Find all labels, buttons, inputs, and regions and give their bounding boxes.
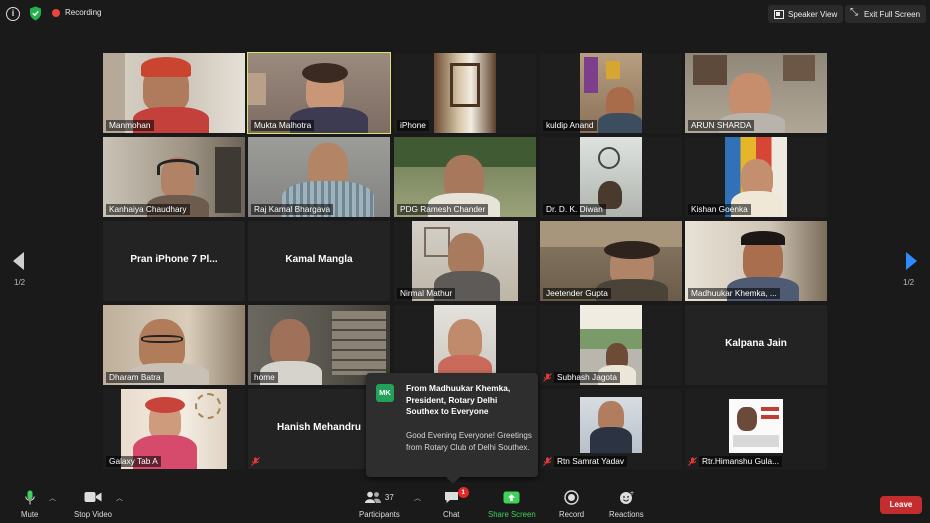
participant-tile[interactable]: Raj Kamal Bhargava — [248, 137, 390, 217]
participant-name: Kishan Goenka — [688, 204, 751, 215]
participant-tile[interactable]: ARUN SHARDA — [685, 53, 827, 133]
participant-tile[interactable]: PDG Ramesh Chander — [394, 137, 536, 217]
participant-tile[interactable]: iPhone — [394, 53, 536, 133]
participant-name: Kalpana Jain — [725, 338, 787, 349]
chat-button[interactable]: 1 Chat — [443, 487, 469, 519]
svg-text:+: + — [629, 490, 634, 497]
microphone-icon — [24, 490, 35, 504]
exit-full-screen-icon — [850, 7, 860, 19]
participant-name: ARUN SHARDA — [688, 120, 755, 131]
participant-name: iPhone — [397, 120, 429, 131]
participant-name: Kanhaiya Chaudhary — [106, 204, 190, 215]
participant-name: Raj Kamal Bhargava — [251, 204, 334, 215]
speaker-view-icon — [774, 9, 784, 19]
recording-indicator[interactable]: Recording — [52, 8, 101, 17]
participant-name: Jeetender Gupta — [543, 288, 611, 299]
participant-name: PDG Ramesh Chander — [397, 204, 489, 215]
top-bar: i Recording Speaker View Exit Full Scree… — [0, 0, 930, 28]
share-screen-icon — [503, 491, 520, 503]
participants-label: Participants — [359, 510, 400, 519]
participant-tile[interactable]: Kamal Mangla — [248, 221, 390, 301]
record-icon — [564, 489, 579, 505]
reactions-label: Reactions — [609, 510, 644, 519]
participant-tile[interactable]: Dr. D. K. Diwan — [540, 137, 682, 217]
participants-button[interactable]: 37 Participants — [359, 489, 400, 519]
participant-name: Rtn Samrat Yadav — [554, 456, 628, 467]
speaker-view-label: Speaker View — [788, 9, 838, 19]
reactions-button[interactable]: + Reactions — [609, 489, 644, 520]
participant-name: Mukta Malhotra — [251, 120, 315, 131]
exit-full-screen-label: Exit Full Screen — [864, 9, 921, 19]
record-label: Record — [559, 510, 585, 519]
chat-notification-popup[interactable]: MK From Madhuukar Khemka, President, Rot… — [366, 373, 538, 484]
speaker-view-button[interactable]: Speaker View — [768, 5, 844, 23]
share-screen-label: Share Screen — [488, 510, 536, 519]
participant-tile[interactable]: Rtr.Himanshu Gula... — [685, 389, 827, 469]
participant-tile[interactable]: Kishan Goenka — [685, 137, 827, 217]
mute-label: Mute — [21, 510, 39, 519]
participant-name: Galaxy Tab A — [106, 456, 161, 467]
info-icon[interactable]: i — [6, 7, 20, 21]
participant-name: Subhash Jagota — [554, 372, 620, 383]
participant-tile[interactable]: kuldip Anand — [540, 53, 682, 133]
recording-dot-icon — [52, 8, 60, 17]
muted-mic-icon — [543, 457, 552, 466]
sender-avatar: MK — [376, 384, 394, 402]
participant-name: home — [251, 372, 278, 383]
muted-mic-icon — [543, 373, 552, 382]
recording-label: Recording — [65, 8, 102, 17]
page-indicator-left: 1/2 — [14, 278, 26, 287]
meeting-toolbar: Mute ︿ Stop Video ︿ 37 Participants ︿ 1 … — [0, 483, 930, 523]
zoom-meeting-window: i Recording Speaker View Exit Full Scree… — [0, 0, 930, 523]
participant-tile[interactable]: Pran iPhone 7 Pl... — [103, 221, 245, 301]
stop-video-button[interactable]: Stop Video — [74, 489, 112, 519]
participant-tile[interactable]: Manmohan — [103, 53, 245, 133]
audio-options-chevron-icon[interactable]: ︿ — [49, 493, 56, 503]
muted-mic-icon — [688, 457, 697, 466]
leave-button[interactable]: Leave — [880, 496, 922, 514]
participant-name: Nirmal Mathur — [397, 288, 456, 299]
participant-tile[interactable]: Rtn Samrat Yadav — [540, 389, 682, 469]
chat-label: Chat — [443, 510, 460, 519]
chat-sender: From Madhuukar Khemka, President, Rotary… — [406, 383, 511, 416]
participant-name: Dr. D. K. Diwan — [543, 204, 606, 215]
participant-tile[interactable]: Kanhaiya Chaudhary — [103, 137, 245, 217]
exit-full-screen-button[interactable]: Exit Full Screen — [845, 5, 927, 23]
muted-mic-icon — [251, 457, 260, 466]
page-indicator-right: 1/2 — [903, 278, 915, 287]
participant-tile[interactable]: Jeetender Gupta — [540, 221, 682, 301]
record-button[interactable]: Record — [559, 489, 584, 519]
participant-tile-active-speaker[interactable]: Mukta Malhotra — [247, 52, 391, 134]
chat-message: Good Evening Everyone! Greetings from Ro… — [406, 431, 532, 452]
participant-name: Madhuukar Khemka, ... — [688, 288, 780, 299]
participant-name: Pran iPhone 7 Pl... — [130, 254, 218, 265]
participants-icon — [364, 491, 381, 503]
participant-name: Rtr.Himanshu Gula... — [699, 456, 783, 467]
participant-name: Dharam Batra — [106, 372, 164, 383]
participant-name: Kamal Mangla — [285, 254, 353, 265]
stop-video-label: Stop Video — [74, 510, 113, 519]
share-screen-button[interactable]: Share Screen — [488, 489, 536, 519]
participants-count: 37 — [384, 492, 394, 502]
participant-tile[interactable]: Subhash Jagota — [540, 305, 682, 385]
participant-tile[interactable]: Madhuukar Khemka, ... — [685, 221, 827, 301]
participant-name: Manmohan — [106, 120, 154, 131]
participant-tile[interactable]: Galaxy Tab A — [103, 389, 245, 469]
unread-chat-badge: 1 — [457, 487, 469, 498]
participant-tile[interactable]: Dharam Batra — [103, 305, 245, 385]
video-camera-icon — [84, 492, 102, 502]
chat-icon — [444, 491, 458, 503]
video-options-chevron-icon[interactable]: ︿ — [116, 493, 123, 503]
shield-icon[interactable] — [29, 6, 42, 21]
participant-tile[interactable]: Kalpana Jain — [685, 305, 827, 385]
participants-options-chevron-icon[interactable]: ︿ — [414, 493, 421, 503]
previous-page-arrow-icon[interactable] — [13, 252, 24, 270]
next-page-arrow-icon[interactable] — [906, 252, 917, 270]
reactions-smiley-icon: + — [619, 490, 634, 504]
participant-tile[interactable]: Nirmal Mathur — [394, 221, 536, 301]
mute-button[interactable]: Mute — [21, 489, 38, 519]
participant-name: kuldip Anand — [543, 120, 597, 131]
